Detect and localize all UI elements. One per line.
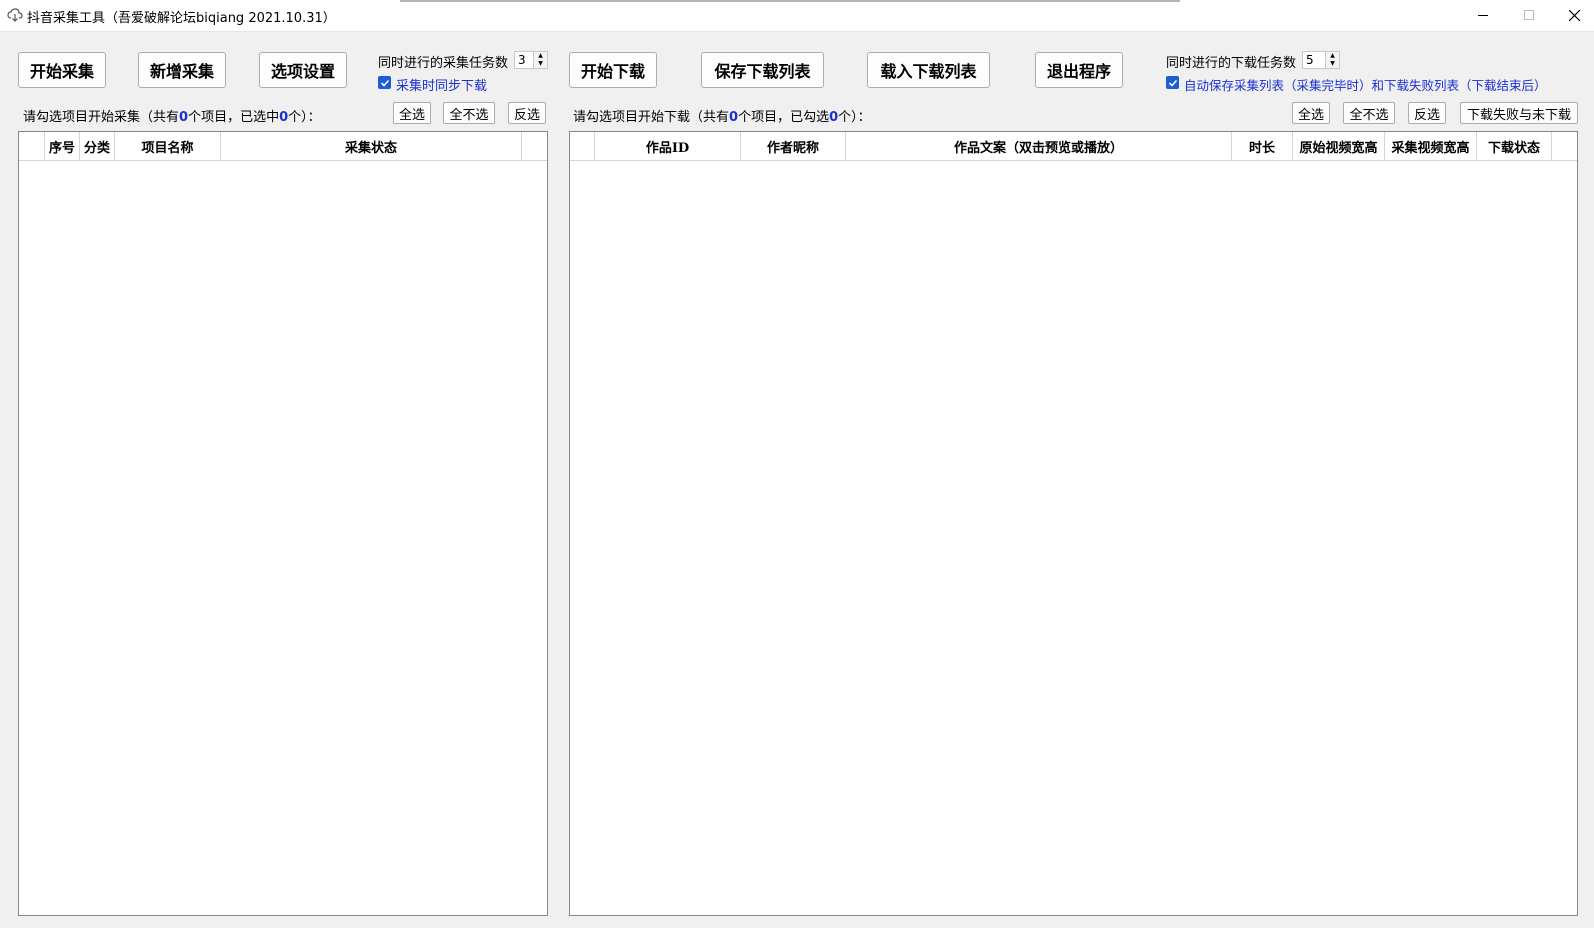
left-select-none-button[interactable]: 全不选 [443, 102, 495, 124]
col-spacer [1552, 132, 1577, 160]
left-invert-button[interactable]: 反选 [508, 102, 546, 124]
auto-save-checkbox[interactable] [1166, 76, 1179, 89]
sync-download-checkbox[interactable] [378, 76, 391, 89]
col-category[interactable]: 分类 [80, 132, 115, 160]
load-download-list-button[interactable]: 载入下载列表 [867, 52, 990, 88]
maximize-icon [1523, 10, 1534, 20]
window-title: 抖音采集工具（吾爱破解论坛biqiang 2021.10.31） [27, 11, 336, 26]
save-download-list-button[interactable]: 保存下载列表 [701, 52, 824, 88]
col-duration[interactable]: 时长 [1232, 132, 1293, 160]
right-total-count: 0 [729, 110, 739, 125]
close-button[interactable] [1552, 0, 1594, 31]
exit-button[interactable]: 退出程序 [1035, 52, 1123, 88]
left-status-text: 请勾选项目开始采集（共有0个项目，已选中0个）： [23, 110, 321, 125]
spin-up-icon[interactable]: ▲ [538, 53, 543, 59]
spinner-arrows[interactable]: ▲ ▼ [1325, 52, 1339, 68]
col-spacer [522, 132, 548, 160]
collect-tasks-value: 3 [518, 53, 526, 67]
checkmark-icon [1168, 79, 1177, 87]
minimize-button[interactable] [1460, 0, 1506, 31]
right-status-text: 请勾选项目开始下载（共有0个项目，已勾选0个）： [573, 110, 871, 125]
options-button[interactable]: 选项设置 [259, 52, 347, 88]
right-select-all-button[interactable]: 全选 [1292, 102, 1330, 124]
start-download-button[interactable]: 开始下载 [569, 52, 657, 88]
title-bar: 抖音采集工具（吾爱破解论坛biqiang 2021.10.31） [0, 0, 1594, 32]
download-tasks-value: 5 [1306, 53, 1314, 67]
col-download-status[interactable]: 下载状态 [1477, 132, 1552, 160]
collect-list-header: 序号 分类 项目名称 采集状态 [19, 132, 547, 161]
col-checkbox[interactable] [570, 132, 595, 160]
app-cloud-icon [7, 8, 23, 22]
title-bar-strip [400, 0, 1180, 2]
right-selected-count: 0 [829, 110, 839, 125]
sync-download-label[interactable]: 采集时同步下载 [396, 75, 487, 94]
left-total-count: 0 [179, 110, 189, 125]
collect-list-table[interactable]: 序号 分类 项目名称 采集状态 [18, 131, 548, 916]
auto-save-label[interactable]: 自动保存采集列表（采集完毕时）和下载失败列表（下载结束后） [1184, 75, 1547, 94]
spin-down-icon[interactable]: ▼ [538, 61, 543, 67]
right-select-none-button[interactable]: 全不选 [1343, 102, 1395, 124]
spin-up-icon[interactable]: ▲ [1330, 53, 1335, 59]
minimize-icon [1477, 15, 1488, 16]
maximize-button[interactable] [1506, 0, 1552, 31]
collect-tasks-spinner[interactable]: 3 ▲ ▼ [514, 51, 548, 69]
col-collect-status[interactable]: 采集状态 [221, 132, 522, 160]
left-selected-count: 0 [279, 110, 289, 125]
left-select-all-button[interactable]: 全选 [393, 102, 431, 124]
download-list-header: 作品ID 作者昵称 作品文案（双击预览或播放） 时长 原始视频宽高 采集视频宽高… [570, 132, 1577, 161]
add-collect-button[interactable]: 新增采集 [138, 52, 226, 88]
col-work-id[interactable]: 作品ID [595, 132, 741, 160]
col-project-name[interactable]: 项目名称 [115, 132, 221, 160]
failed-undownloaded-button[interactable]: 下载失败与未下载 [1460, 102, 1578, 124]
col-work-caption[interactable]: 作品文案（双击预览或播放） [846, 132, 1232, 160]
col-author-nickname[interactable]: 作者昵称 [741, 132, 846, 160]
collect-tasks-label: 同时进行的采集任务数 [378, 56, 509, 71]
download-tasks-label: 同时进行的下载任务数 [1166, 56, 1297, 71]
spin-down-icon[interactable]: ▼ [1330, 61, 1335, 67]
download-list-table[interactable]: 作品ID 作者昵称 作品文案（双击预览或播放） 时长 原始视频宽高 采集视频宽高… [569, 131, 1578, 916]
spinner-arrows[interactable]: ▲ ▼ [533, 52, 547, 68]
col-original-size[interactable]: 原始视频宽高 [1293, 132, 1385, 160]
col-index[interactable]: 序号 [45, 132, 80, 160]
col-checkbox[interactable] [19, 132, 45, 160]
download-tasks-spinner[interactable]: 5 ▲ ▼ [1302, 51, 1340, 69]
checkmark-icon [380, 79, 389, 87]
close-icon [1569, 9, 1581, 21]
right-invert-button[interactable]: 反选 [1408, 102, 1446, 124]
col-collected-size[interactable]: 采集视频宽高 [1385, 132, 1477, 160]
start-collect-button[interactable]: 开始采集 [18, 52, 106, 88]
